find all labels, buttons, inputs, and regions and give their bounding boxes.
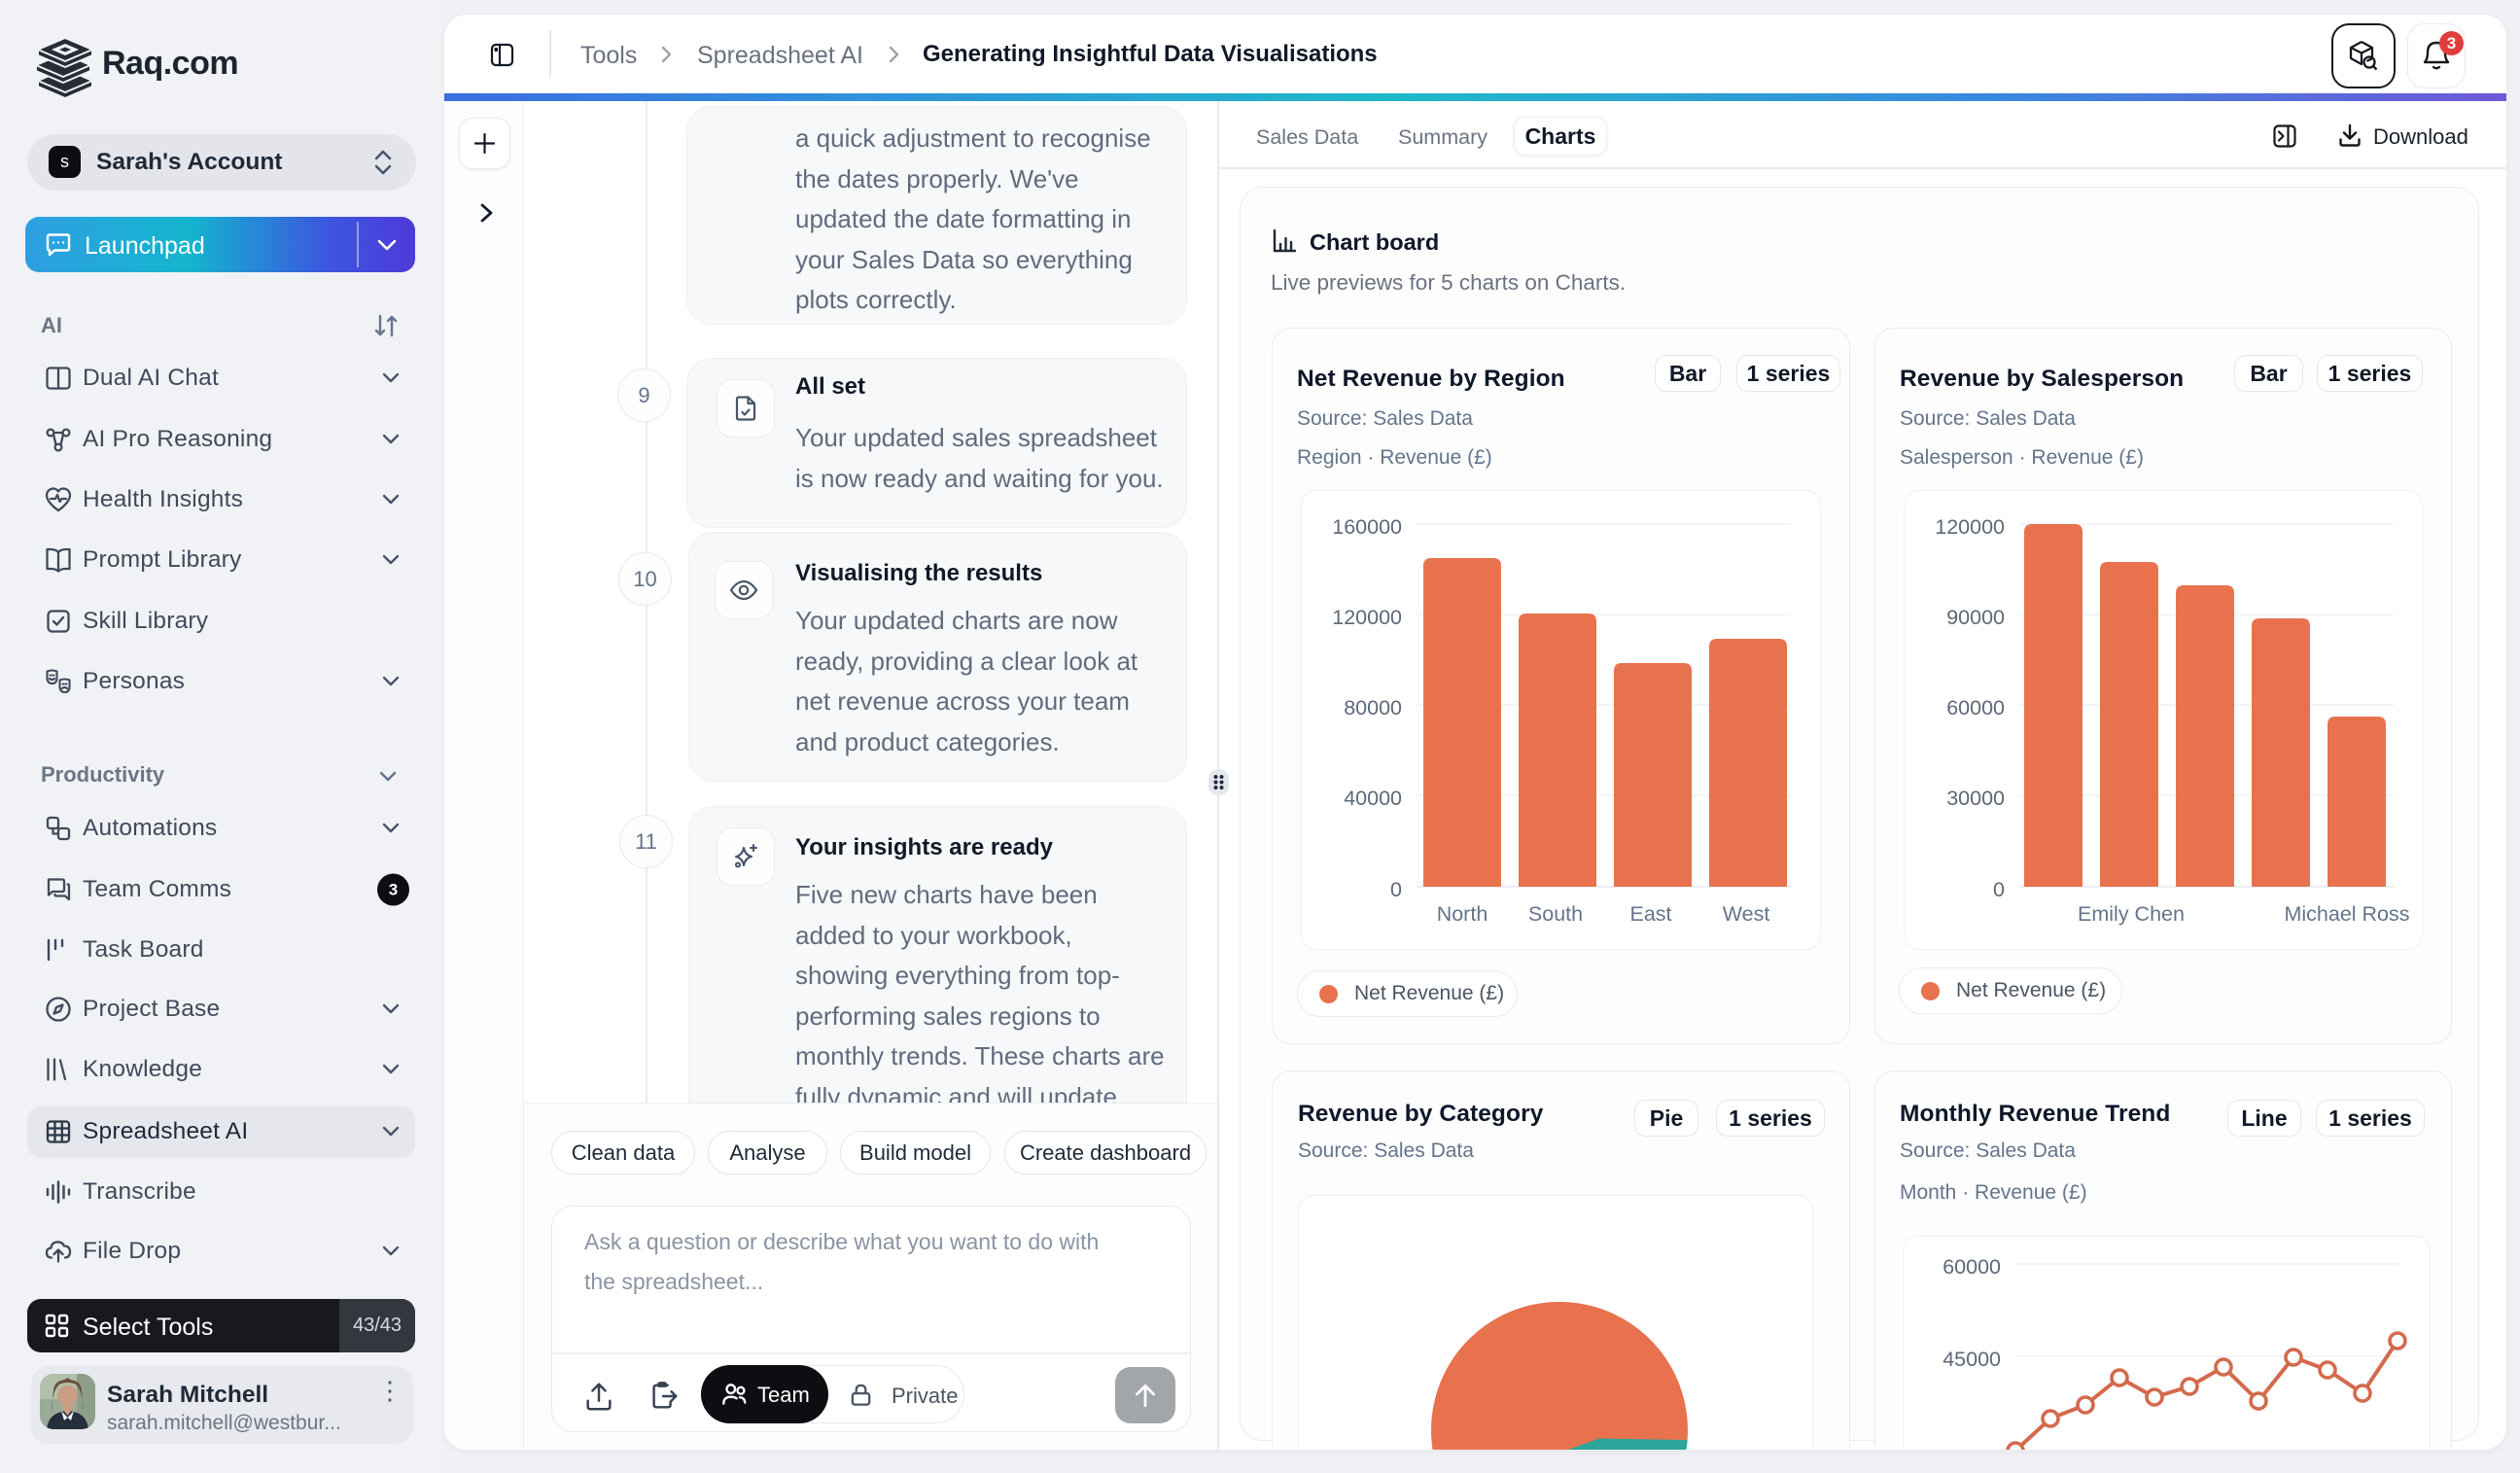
- svg-text:40000: 40000: [1344, 787, 1402, 810]
- svg-text:30000: 30000: [1946, 787, 2005, 810]
- svg-text:North: North: [1437, 902, 1488, 926]
- svg-text:160000: 160000: [1332, 515, 1402, 539]
- svg-text:60000: 60000: [1942, 1255, 2001, 1279]
- svg-text:Emily Chen: Emily Chen: [2078, 902, 2185, 926]
- svg-text:0: 0: [1993, 878, 2005, 901]
- svg-text:Michael Ross: Michael Ross: [2284, 902, 2409, 926]
- svg-text:East: East: [1629, 902, 1671, 926]
- svg-text:120000: 120000: [1332, 606, 1402, 629]
- svg-text:60000: 60000: [1946, 696, 2005, 719]
- svg-text:120000: 120000: [1935, 515, 2005, 539]
- svg-text:South: South: [1528, 902, 1583, 926]
- svg-text:West: West: [1723, 902, 1770, 926]
- svg-text:80000: 80000: [1344, 696, 1402, 719]
- svg-text:90000: 90000: [1946, 606, 2005, 629]
- svg-text:45000: 45000: [1942, 1348, 2001, 1371]
- svg-text:0: 0: [1390, 878, 1402, 901]
